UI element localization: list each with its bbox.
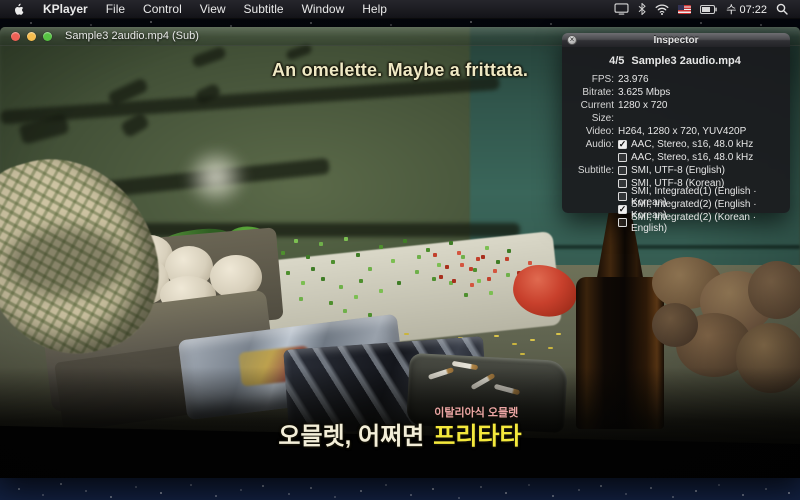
inspector-subtitle-group: Subtitle: SMI, UTF-8 (English) SMI, UTF-… bbox=[566, 164, 784, 229]
inspector-row-bitrate: Bitrate: 3.625 Mbps bbox=[566, 86, 784, 99]
row-value: H264, 1280 x 720, YUV420P bbox=[618, 125, 784, 138]
subtitle-options: SMI, UTF-8 (English) SMI, UTF-8 (Korean)… bbox=[618, 164, 784, 229]
menu-bar-status-area: 수 07:22 bbox=[614, 1, 800, 17]
subtitle-korean: 오믈렛, 어쩌면 이탈리아식 오믈렛프리타타 bbox=[0, 416, 800, 451]
menu-item-kplayer[interactable]: KPlayer bbox=[34, 0, 97, 19]
close-button[interactable] bbox=[11, 32, 20, 41]
inspector-panel: × Inspector 4/5 Sample3 2audio.mp4 FPS: 2… bbox=[562, 33, 790, 213]
minimize-button[interactable] bbox=[27, 32, 36, 41]
option-label: SMI, Integrated(2) (Korean · English) bbox=[631, 212, 784, 234]
subtitle-track-checkbox-4[interactable] bbox=[618, 205, 627, 214]
row-value: 3.625 Mbps bbox=[618, 86, 784, 99]
close-icon[interactable]: × bbox=[567, 35, 577, 45]
menu-item-subtitle[interactable]: Subtitle bbox=[235, 0, 293, 19]
option-label: SMI, UTF-8 (English) bbox=[631, 165, 725, 176]
inspector-audio-group: Audio: AAC, Stereo, s16, 48.0 kHz AAC, S… bbox=[566, 138, 784, 164]
inspector-body: 4/5 Sample3 2audio.mp4 FPS: 23.976 Bitrat… bbox=[562, 47, 790, 213]
option-label: AAC, Stereo, s16, 48.0 kHz bbox=[631, 152, 753, 163]
menu-item-view[interactable]: View bbox=[191, 0, 235, 19]
inspector-title-bar[interactable]: × Inspector bbox=[562, 33, 790, 47]
menu-bar: KPlayer File Control View Subtitle Windo… bbox=[0, 0, 800, 19]
audio-track-checkbox-2[interactable] bbox=[618, 153, 627, 162]
group-label: Audio: bbox=[566, 138, 614, 164]
menu-item-file[interactable]: File bbox=[97, 0, 134, 19]
group-label: Subtitle: bbox=[566, 164, 614, 229]
display-icon[interactable] bbox=[614, 3, 629, 15]
apple-logo-icon bbox=[13, 3, 24, 16]
inspector-file-index: 4/5 bbox=[609, 55, 624, 67]
subtitle-track-checkbox-5[interactable] bbox=[618, 218, 627, 227]
inspector-row-video: Video: H264, 1280 x 720, YUV420P bbox=[566, 125, 784, 138]
subtitle-korean-ruby: 이탈리아식 오믈렛 bbox=[434, 404, 518, 420]
row-value: 1280 x 720 bbox=[618, 99, 784, 125]
apple-menu[interactable] bbox=[0, 3, 34, 16]
input-source-flag-icon[interactable] bbox=[678, 5, 691, 14]
bluetooth-icon[interactable] bbox=[638, 3, 646, 15]
zoom-button[interactable] bbox=[43, 32, 52, 41]
subtitle-korean-highlight-wrap: 이탈리아식 오믈렛프리타타 bbox=[433, 416, 521, 451]
audio-track-checkbox-1[interactable] bbox=[618, 140, 627, 149]
menu-item-help[interactable]: Help bbox=[353, 0, 396, 19]
inspector-row-fps: FPS: 23.976 bbox=[566, 73, 784, 86]
row-label: FPS: bbox=[566, 73, 614, 86]
option-label: AAC, Stereo, s16, 48.0 kHz bbox=[631, 139, 753, 150]
row-label: Current Size: bbox=[566, 99, 614, 125]
subtitle-track-checkbox-2[interactable] bbox=[618, 179, 627, 188]
subtitle-korean-main: 오믈렛, 어쩌면 bbox=[278, 423, 424, 450]
row-label: Video: bbox=[566, 125, 614, 138]
menu-bar-clock[interactable]: 수 07:22 bbox=[726, 1, 767, 17]
inspector-file-name: Sample3 2audio.mp4 bbox=[631, 55, 740, 67]
row-label: Bitrate: bbox=[566, 86, 614, 99]
menu-item-control[interactable]: Control bbox=[134, 0, 191, 19]
audio-track-option-1[interactable]: AAC, Stereo, s16, 48.0 kHz bbox=[618, 138, 784, 151]
menu-item-window[interactable]: Window bbox=[293, 0, 354, 19]
inspector-title: Inspector bbox=[653, 35, 698, 46]
spotlight-icon[interactable] bbox=[776, 3, 788, 15]
subtitle-track-option-1[interactable]: SMI, UTF-8 (English) bbox=[618, 164, 784, 177]
inspector-file-line: 4/5 Sample3 2audio.mp4 bbox=[566, 55, 784, 67]
battery-icon[interactable] bbox=[700, 5, 717, 14]
subtitle-track-checkbox-1[interactable] bbox=[618, 166, 627, 175]
audio-track-option-2[interactable]: AAC, Stereo, s16, 48.0 kHz bbox=[618, 151, 784, 164]
audio-options: AAC, Stereo, s16, 48.0 kHz AAC, Stereo, … bbox=[618, 138, 784, 164]
subtitle-track-checkbox-3[interactable] bbox=[618, 192, 627, 201]
starfield-bottom bbox=[0, 478, 2, 480]
subtitle-korean-highlight: 프리타타 bbox=[433, 423, 521, 450]
window-title: Sample3 2audio.mp4 (Sub) bbox=[65, 30, 199, 42]
inspector-row-current-size: Current Size: 1280 x 720 bbox=[566, 99, 784, 125]
subtitle-track-option-5[interactable]: SMI, Integrated(2) (Korean · English) bbox=[618, 216, 784, 229]
row-value: 23.976 bbox=[618, 73, 784, 86]
wifi-icon[interactable] bbox=[655, 4, 669, 15]
